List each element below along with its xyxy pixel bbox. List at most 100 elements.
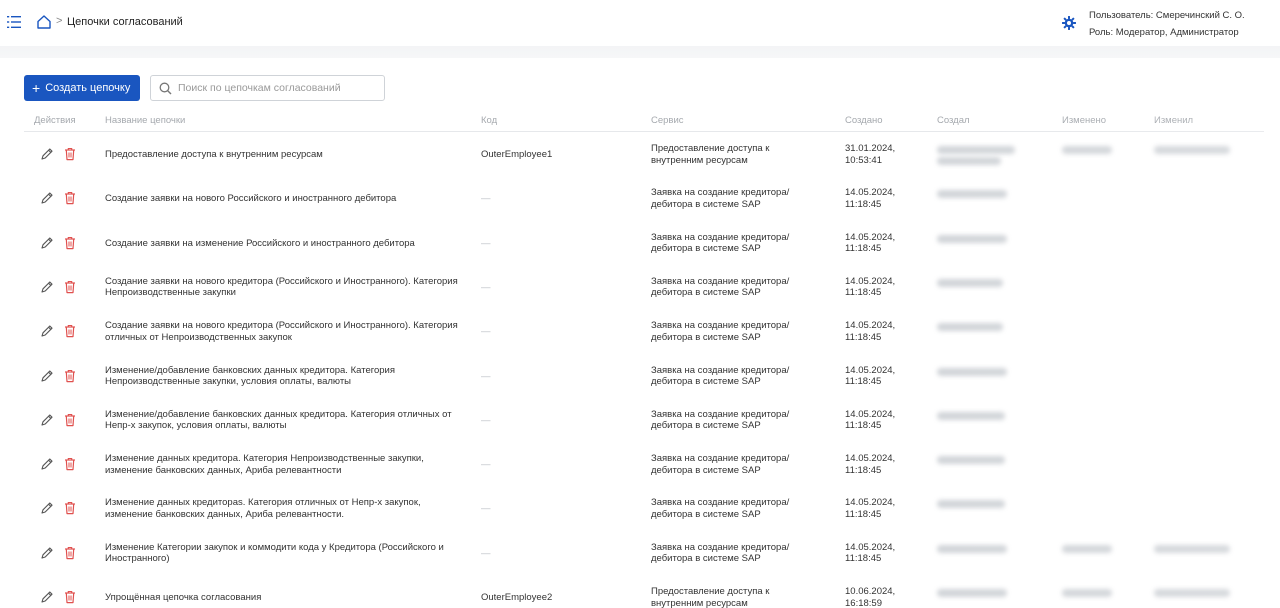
table-row[interactable]: Создание заявки на нового кредитора (Рос… — [24, 310, 1264, 354]
redacted-created-by — [937, 456, 1005, 465]
table-row[interactable]: Создание заявки на нового Российского и … — [24, 177, 1264, 221]
chain-service: Заявка на создание кредитора/ дебитора в… — [651, 453, 790, 476]
row-actions — [40, 413, 80, 429]
chain-service: Заявка на создание кредитора/ дебитора в… — [651, 231, 790, 255]
row-actions — [40, 147, 80, 163]
edit-icon[interactable] — [40, 280, 54, 294]
create-chain-button[interactable]: + Создать цепочку — [24, 75, 140, 101]
plus-icon: + — [32, 80, 41, 96]
redacted-created-by — [937, 234, 1007, 243]
table-header: Действия Название цепочки Код Сервис Соз… — [24, 110, 1264, 132]
chain-code: OuterEmployee1 — [481, 149, 553, 160]
chain-name[interactable]: Создание заявки на нового кредитора (Рос… — [105, 276, 465, 299]
edit-icon[interactable] — [40, 457, 54, 471]
chain-name[interactable]: Предоставление доступа к внутренним ресу… — [105, 149, 465, 161]
edit-icon[interactable] — [40, 369, 54, 383]
create-chain-label: Создать цепочку — [45, 82, 131, 94]
chain-code: OuterEmployee2 — [481, 592, 553, 603]
chain-service: Заявка на создание кредитора/ дебитора в… — [651, 275, 790, 299]
redacted-modified-by — [1154, 544, 1230, 553]
table-row[interactable]: Создание заявки на нового кредитора (Рос… — [24, 266, 1264, 310]
chain-created: 14.05.2024, 11:18:45 — [845, 408, 896, 432]
chain-service: Заявка на создание кредитора/ дебитора в… — [651, 541, 790, 565]
chain-created: 14.05.2024, 11:18:45 — [845, 187, 896, 210]
chain-code: — — [481, 237, 491, 249]
page-title: Цепочки согласований — [67, 16, 183, 28]
chain-name[interactable]: Изменение данных кредитораs. Категория о… — [105, 497, 465, 520]
search-box[interactable] — [150, 75, 385, 101]
chain-created: 14.05.2024, 11:18:45 — [845, 320, 896, 343]
edit-icon[interactable] — [40, 413, 54, 427]
table-row[interactable]: Изменение/добавление банковских данных к… — [24, 399, 1264, 443]
column-header-modified[interactable]: Изменено — [1062, 115, 1106, 126]
table-row[interactable]: Предоставление доступа к внутренним ресу… — [24, 133, 1264, 177]
chain-name[interactable]: Упрощённая цепочка согласования — [105, 592, 465, 604]
redacted-modified-by — [1154, 146, 1230, 154]
chain-code: — — [481, 281, 491, 293]
table-row[interactable]: Упрощённая цепочка согласования OuterEmpl… — [24, 576, 1264, 608]
table-row[interactable]: Создание заявки на изменение Российского… — [24, 222, 1264, 266]
chain-code: — — [481, 414, 491, 426]
column-header-modified-by[interactable]: Изменил — [1154, 115, 1193, 126]
chain-service: Заявка на создание кредитора/ дебитора в… — [651, 364, 790, 388]
redacted-created-by — [937, 544, 1007, 553]
chain-name[interactable]: Создание заявки на нового кредитора (Рос… — [105, 320, 465, 343]
edit-icon[interactable] — [40, 590, 54, 604]
redacted-created-by — [937, 367, 1007, 376]
chain-created: 14.05.2024, 11:18:45 — [845, 453, 896, 476]
chain-name[interactable]: Изменение Категории закупок и коммодити … — [105, 542, 465, 565]
redacted-modified — [1062, 544, 1112, 553]
column-header-service[interactable]: Сервис — [651, 115, 684, 126]
column-header-name[interactable]: Название цепочки — [105, 115, 185, 126]
search-input[interactable] — [178, 82, 373, 94]
chain-code: — — [481, 193, 491, 205]
chain-name[interactable]: Изменение/добавление банковских данных к… — [105, 409, 465, 432]
edit-icon[interactable] — [40, 191, 54, 205]
table-row[interactable]: Изменение/добавление банковских данных к… — [24, 355, 1264, 399]
breadcrumb-separator: > — [56, 15, 63, 27]
delete-icon[interactable] — [64, 324, 76, 338]
row-actions — [40, 191, 80, 207]
redacted-created-by — [937, 146, 1015, 154]
delete-icon[interactable] — [64, 413, 76, 427]
column-header-code[interactable]: Код — [481, 115, 497, 126]
delete-icon[interactable] — [64, 369, 76, 383]
chain-created: 14.05.2024, 11:18:45 — [845, 275, 896, 299]
chain-name[interactable]: Изменение данных кредитора. Категория Не… — [105, 453, 465, 476]
column-header-created-by[interactable]: Создал — [937, 115, 970, 126]
delete-icon[interactable] — [64, 590, 76, 604]
delete-icon[interactable] — [64, 457, 76, 471]
delete-icon[interactable] — [64, 501, 76, 515]
chain-name[interactable]: Создание заявки на нового Российского и … — [105, 193, 465, 205]
home-icon[interactable] — [36, 14, 52, 30]
redacted-created-by — [937, 411, 1005, 420]
chain-name[interactable]: Создание заявки на изменение Российского… — [105, 238, 465, 250]
chain-service: Заявка на создание кредитора/ дебитора в… — [651, 408, 790, 432]
chain-code: — — [481, 370, 491, 382]
table-row[interactable]: Изменение Категории закупок и коммодити … — [24, 532, 1264, 576]
table-row[interactable]: Изменение данных кредитора. Категория Не… — [24, 443, 1264, 487]
edit-icon[interactable] — [40, 147, 54, 161]
edit-icon[interactable] — [40, 324, 54, 338]
edit-icon[interactable] — [40, 501, 54, 515]
delete-icon[interactable] — [64, 236, 76, 250]
chain-created: 10.06.2024, 16:18:59 — [845, 586, 896, 608]
delete-icon[interactable] — [64, 191, 76, 205]
edit-icon[interactable] — [40, 546, 54, 560]
chain-created: 14.05.2024, 11:18:45 — [845, 497, 896, 520]
redacted-created-by — [937, 157, 1001, 165]
chain-code: — — [481, 326, 491, 338]
redacted-modified-by — [1154, 589, 1230, 597]
table-row[interactable]: Изменение данных кредитораs. Категория о… — [24, 487, 1264, 531]
gear-icon[interactable] — [1062, 16, 1076, 30]
edit-icon[interactable] — [40, 236, 54, 250]
menu-icon[interactable] — [6, 15, 22, 29]
chain-created: 31.01.2024, 10:53:41 — [845, 143, 896, 166]
delete-icon[interactable] — [64, 147, 76, 161]
column-header-actions[interactable]: Действия — [34, 115, 76, 126]
delete-icon[interactable] — [64, 280, 76, 294]
delete-icon[interactable] — [64, 546, 76, 560]
column-header-created[interactable]: Создано — [845, 115, 883, 126]
chain-name[interactable]: Изменение/добавление банковских данных к… — [105, 365, 465, 388]
user-role: Роль: Модератор, Администратор — [1089, 27, 1239, 38]
